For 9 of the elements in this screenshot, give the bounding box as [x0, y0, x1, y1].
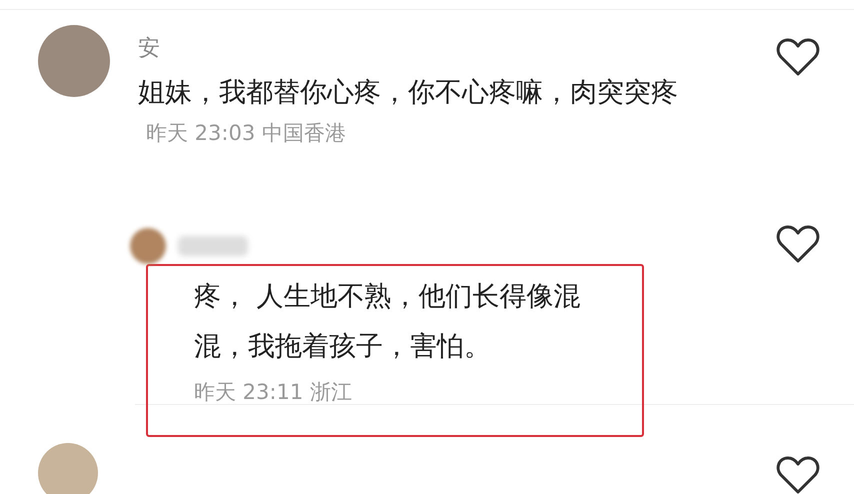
heart-icon[interactable]	[776, 455, 820, 494]
comment-text: 疼， 人生地不熟，他们长得像混混，我拖着孩子，害怕。	[194, 280, 582, 364]
comment-meta: 昨天 23:03 中国香港	[146, 121, 346, 145]
heart-icon[interactable]	[776, 37, 820, 77]
heart-icon[interactable]	[776, 224, 820, 264]
comment-text: 姐妹，我都替你心疼，你不心疼嘛，肉突突疼	[138, 77, 678, 108]
avatar[interactable]	[130, 228, 166, 264]
user-name[interactable]: 安	[138, 33, 160, 63]
comment-meta: 昨天 23:11 浙江	[194, 380, 352, 404]
